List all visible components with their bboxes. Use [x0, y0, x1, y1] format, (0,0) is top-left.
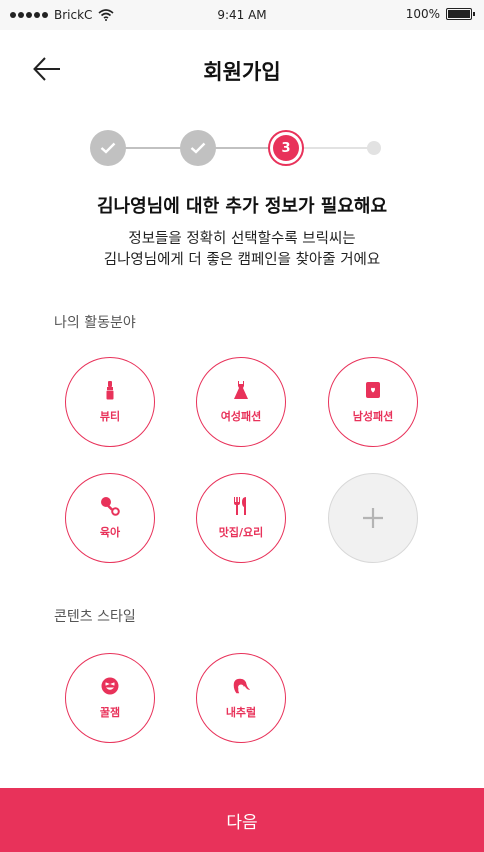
fork-knife-icon — [231, 496, 251, 516]
baby-rattle-icon — [100, 496, 120, 516]
battery-icon — [446, 8, 475, 20]
category-label: 여성패션 — [220, 410, 262, 423]
category-label: 남성패션 — [352, 410, 394, 423]
activity-section-label: 나의 활동분야 — [54, 315, 136, 331]
header: 회원가입 — [0, 30, 484, 108]
content-style-section-label: 콘텐츠 스타일 — [54, 609, 136, 625]
step-3-current: 3 — [268, 130, 304, 166]
category-parenting-button[interactable]: 육아 — [65, 473, 155, 563]
category-womens-fashion-button[interactable]: 여성패션 — [196, 357, 286, 447]
step-4-pending — [367, 141, 381, 155]
style-natural-button[interactable]: 내추럴 — [196, 653, 286, 743]
plus-icon — [363, 508, 383, 528]
current-step-number: 3 — [273, 135, 299, 161]
step-1-complete — [90, 130, 126, 166]
status-bar: BrickC 9:41 AM 100% — [0, 0, 484, 30]
category-label: 뷰티 — [99, 410, 121, 423]
step-2-complete — [180, 130, 216, 166]
headline: 김나영님에 대한 추가 정보가 필요해요 — [96, 196, 388, 217]
style-label: 꿀잼 — [99, 706, 121, 719]
wallet-icon — [363, 380, 383, 400]
dress-icon — [231, 380, 251, 400]
category-food-cooking-button[interactable]: 맛집/요리 — [196, 473, 286, 563]
status-right: 100% — [405, 7, 475, 21]
description-line-2: 김나영님에게 더 좋은 캠페인을 찾아줄 거에요 — [103, 252, 381, 268]
category-label: 육아 — [99, 526, 121, 539]
page-title: 회원가입 — [203, 60, 281, 84]
check-icon — [100, 142, 116, 154]
progress-stepper: 3 — [90, 130, 390, 166]
description: 정보들을 정확히 선택할수록 브릭씨는 김나영님에게 더 좋은 캠페인을 찾아줄… — [0, 229, 484, 271]
check-icon — [190, 142, 206, 154]
laughing-face-icon — [100, 676, 120, 696]
style-fun-button[interactable]: 꿀잼 — [65, 653, 155, 743]
description-line-1: 정보들을 정확히 선택할수록 브릭씨는 — [128, 231, 356, 247]
battery-percent: 100% — [405, 7, 440, 21]
woman-hair-icon — [231, 676, 251, 696]
category-label: 맛집/요리 — [218, 526, 264, 539]
add-category-button[interactable] — [328, 473, 418, 563]
category-beauty-button[interactable]: 뷰티 — [65, 357, 155, 447]
next-button[interactable]: 다음 — [0, 788, 484, 852]
category-mens-fashion-button[interactable]: 남성패션 — [328, 357, 418, 447]
lipstick-icon — [100, 380, 120, 400]
style-label: 내추럴 — [225, 706, 257, 719]
